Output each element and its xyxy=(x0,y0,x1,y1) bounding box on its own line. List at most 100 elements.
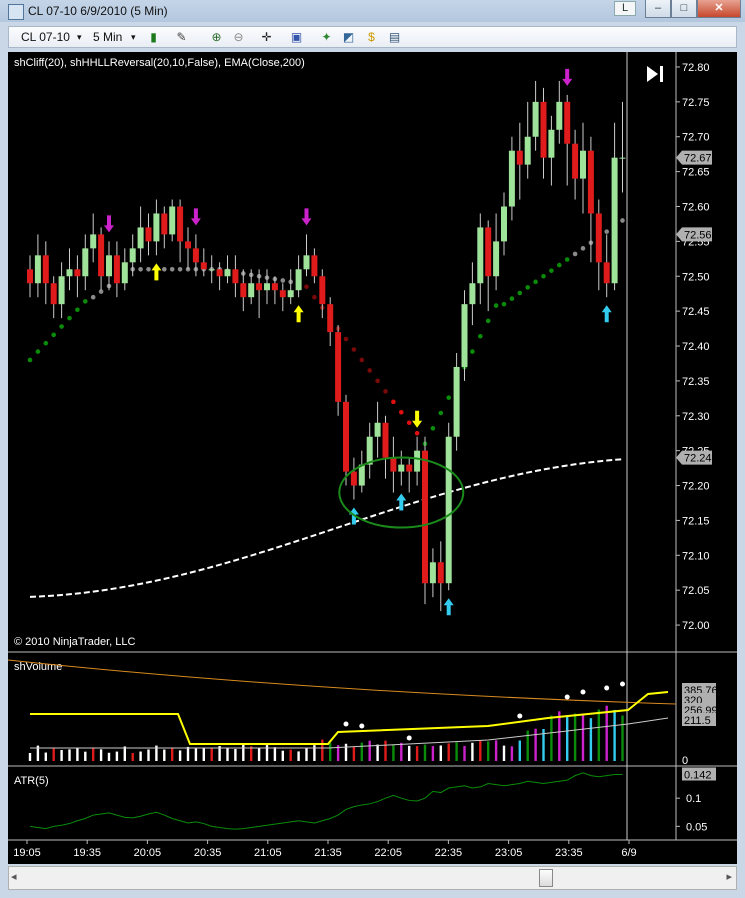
candle-down xyxy=(216,269,223,277)
chart-area[interactable]: 72.80 72.75 72.70 72.65 72.60 72.55 72.50 72.45… xyxy=(7,52,737,864)
close-button[interactable]: ✕ xyxy=(697,0,741,18)
crosshair-icon[interactable]: ✛ xyxy=(259,30,274,45)
interval-selector[interactable]: 5 Min xyxy=(93,30,122,44)
volume-bar xyxy=(566,715,569,761)
candle-up xyxy=(248,283,255,298)
volume-bar xyxy=(131,752,134,761)
cliff-dot xyxy=(351,347,357,352)
horizontal-scrollbar[interactable]: ◂ ▸ xyxy=(8,866,737,890)
cliff-dot xyxy=(59,324,64,329)
candle-up xyxy=(429,562,436,584)
volume-bar xyxy=(92,747,95,761)
strategies-icon[interactable]: ✦ xyxy=(319,30,334,45)
volume-base-line xyxy=(30,717,669,749)
atr-tag-label: 0.142 xyxy=(684,770,712,782)
candle-down xyxy=(390,457,397,472)
cliff-dot xyxy=(138,266,143,272)
data-box-icon[interactable]: ▤ xyxy=(387,30,402,45)
volume-bar xyxy=(273,747,277,761)
x-tick-label: 23:35 xyxy=(555,847,583,859)
title-bar[interactable]: CL 07-10 6/9/2010 (5 Min) L – □ ✕ xyxy=(0,0,745,22)
indicators-icon[interactable]: ◩ xyxy=(341,30,356,45)
candle-down xyxy=(271,283,278,291)
volume-bar xyxy=(139,751,142,761)
scroll-left-arrow-icon[interactable]: ◂ xyxy=(11,870,17,883)
volume-bar xyxy=(84,751,87,761)
volume-bar xyxy=(352,746,356,761)
volume-bar xyxy=(250,746,253,761)
candlestick-style-icon[interactable]: ▮ xyxy=(146,30,161,45)
volume-bar xyxy=(360,742,363,761)
candle-up xyxy=(295,269,302,291)
volume-bar xyxy=(589,718,593,761)
cliff-dot xyxy=(414,430,420,436)
volume-bar xyxy=(76,747,79,761)
volume-bar xyxy=(115,751,119,761)
candle-up xyxy=(453,366,460,437)
candle-down xyxy=(540,101,547,158)
candle-up xyxy=(169,206,176,235)
cliff-dot xyxy=(90,294,96,300)
candle-up xyxy=(619,157,626,159)
candle-down xyxy=(113,255,120,284)
candle-up xyxy=(524,136,531,165)
volume-bar xyxy=(321,739,324,761)
instrument-selector[interactable]: CL 07-10 xyxy=(21,30,70,44)
candle-up xyxy=(137,227,144,249)
volume-spike-dot xyxy=(343,721,349,727)
volume-bar xyxy=(194,748,198,761)
scrollbar-thumb[interactable] xyxy=(539,869,553,887)
minimize-button[interactable]: – xyxy=(645,0,671,18)
volume-bar xyxy=(257,748,261,761)
candle-up xyxy=(469,283,476,305)
volume-spike-dot xyxy=(580,689,586,695)
volume-spike-dot xyxy=(517,713,523,719)
volume-spike-dot xyxy=(406,735,412,741)
scroll-right-arrow-icon[interactable]: ▸ xyxy=(726,870,732,883)
volume-bar xyxy=(613,709,616,761)
volume-bar xyxy=(408,745,411,761)
volume-bar xyxy=(550,715,553,761)
y-tick-label: 72.10 xyxy=(682,550,710,562)
zoom-in-icon[interactable]: ⊕ xyxy=(209,30,224,45)
atr-title: ATR(5) xyxy=(14,775,49,787)
candle-up xyxy=(493,241,500,277)
cliff-dot xyxy=(406,420,412,426)
candle-up xyxy=(106,255,112,277)
lock-button[interactable]: L xyxy=(614,1,636,16)
properties-icon[interactable]: ▣ xyxy=(289,30,304,45)
chevron-down-icon[interactable]: ▾ xyxy=(77,32,82,43)
candle-up xyxy=(508,150,515,207)
chart-canvas[interactable]: 72.8072.7572.7072.6572.6072.5572.5072.45… xyxy=(7,52,737,864)
zoom-out-icon[interactable]: ⊖ xyxy=(231,30,246,45)
volume-y-tick-label: 0 xyxy=(682,755,688,767)
cliff-dot xyxy=(525,285,530,290)
candle-down xyxy=(145,227,152,242)
signal-arrow-down-icon xyxy=(412,410,423,428)
candle-up xyxy=(461,304,468,367)
volume-bar xyxy=(487,741,490,761)
candle-down xyxy=(343,401,349,472)
volume-bar xyxy=(44,752,47,761)
volume-bar xyxy=(226,747,229,761)
cliff-dot xyxy=(43,340,49,346)
chart-toolbar: CL 07-10 ▾ 5 Min ▾ ▮ ✎ ⊕ ⊖ ✛ ▣ ✦ ◩ $ ▤ xyxy=(8,26,737,48)
currency-icon[interactable]: $ xyxy=(364,30,379,45)
atr-line xyxy=(29,772,623,830)
candle-down xyxy=(311,255,318,277)
candle-down xyxy=(422,450,428,584)
cliff-dot xyxy=(146,266,151,272)
volume-bar xyxy=(471,742,474,761)
candle-up xyxy=(34,255,41,284)
chevron-down-icon[interactable]: ▾ xyxy=(131,32,136,43)
pencil-draw-icon[interactable]: ✎ xyxy=(174,30,189,45)
candle-up xyxy=(366,436,373,465)
candle-down xyxy=(279,290,286,298)
x-tick-label: 19:05 xyxy=(13,847,41,859)
candle-down xyxy=(42,255,49,284)
candle-up xyxy=(414,450,421,472)
volume-bar xyxy=(573,713,577,761)
cliff-dot xyxy=(312,294,317,300)
volume-bar xyxy=(202,747,205,761)
maximize-button[interactable]: □ xyxy=(671,0,697,18)
